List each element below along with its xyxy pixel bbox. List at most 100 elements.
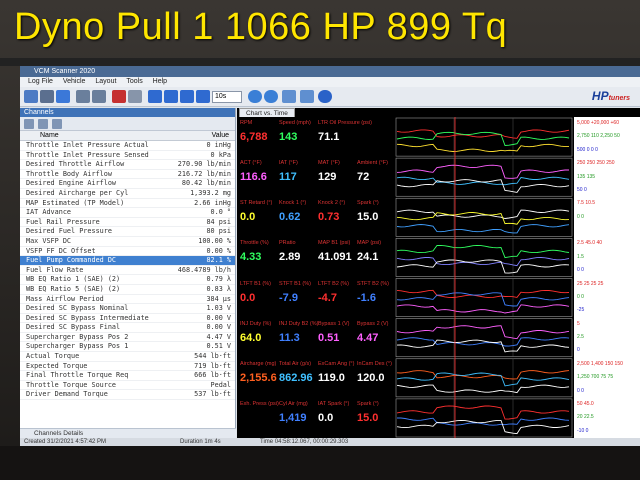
stop-icon[interactable] [128,90,142,103]
gauge-value: 2,155.6 [240,371,277,384]
play-icon[interactable] [180,90,194,103]
axis-scale-label: 2,750 110 2,250 50 [577,133,620,140]
channel-row[interactable]: Supercharger Bypass Pos 2 4.47 V [20,333,235,343]
gauge-value: 0.51 [318,331,340,344]
graph-frame [395,358,573,398]
channel-row[interactable]: Desired SC Bypass Final 0.00 V [20,323,235,333]
step-forward-icon[interactable] [196,90,210,103]
channel-row[interactable]: WB EQ Ratio 5 (SAE) (2) 0.83 λ [20,285,235,295]
vehicle-icon[interactable] [76,90,90,103]
channels-footer-tabs[interactable]: Channels Details [20,428,236,438]
channel-row[interactable]: IAT Advance 0.0 ° [20,208,235,218]
tab-chart-vs-time[interactable]: Chart vs. Time [239,108,295,117]
channel-row[interactable]: Mass Airflow Period 384 μs [20,295,235,305]
channel-row[interactable]: Throttle Torque Source Pedal [20,381,235,391]
chart-area[interactable]: 5,000 +20,000 +60 2,750 110 2,250 50 500 0… [237,117,640,438]
channel-value: 1.03 V [206,304,231,313]
channel-value: 0.00 V [206,323,231,332]
gauge-value: 116.6 [240,171,267,184]
channel-value: Pedal [210,380,231,389]
channel-row[interactable]: Throttle Inlet Pressure Actual 0 inHg [20,141,235,151]
connect-icon[interactable] [56,90,70,103]
save-icon[interactable] [40,90,54,103]
gauge-label: Knock 2 (°) [318,200,346,207]
channel-row[interactable]: Desired Throttle Airflow 270.90 lb/min [20,160,235,170]
series-trace [396,289,570,299]
zoom-in-icon[interactable] [248,90,262,103]
channel-row[interactable]: Desired Aircharge per Cyl 1,393.2 mg [20,189,235,199]
channels-grid-icon[interactable] [24,119,34,129]
channels-filter-icon[interactable] [38,119,48,129]
channel-name: IAT Advance [26,208,72,217]
channel-row[interactable]: Final Throttle Torque Req 666 lb·ft [20,371,235,381]
channel-row[interactable]: Throttle Body Airflow 216.72 lb/min [20,170,235,180]
channel-row[interactable]: Fuel Pump Commanded DC 82.1 % [20,256,235,266]
channel-name: Desired Engine Airflow [26,179,117,188]
channel-name: Throttle Inlet Pressure Sensed [26,150,149,159]
series-trace [396,143,569,152]
channel-row[interactable]: Max VSFP DC 100.00 % [20,237,235,247]
time-series-graphs[interactable] [395,117,573,438]
channel-row[interactable]: Actual Torque 544 lb·ft [20,352,235,362]
axis-scale-label: 50 45.0 [577,400,594,407]
menu-item-layout[interactable]: Layout [95,78,116,85]
chart-icon[interactable] [300,90,314,103]
axis-scale-label: 2.5 45.0 40 [577,240,603,247]
channel-row[interactable]: Fuel Rail Pressure 84 psi [20,218,235,228]
axis-scale-label: 7.5 10.5 [577,200,596,207]
series-trace [396,419,570,435]
status-created: Created 31/2/2021 4:57:42 PM [24,439,107,445]
menu-item-help[interactable]: Help [153,78,167,85]
axis-scale-label: 50 0 [577,186,587,193]
info-icon[interactable] [318,90,332,103]
menu-item-log-file[interactable]: Log File [28,78,53,85]
gauge-label: Spark (°) [357,400,379,407]
gauge-value: 11.3 [279,331,300,344]
vehicle-info-icon[interactable] [92,90,106,103]
zoom-out-icon[interactable] [264,90,278,103]
column-value-header[interactable]: Value [212,131,229,141]
zoom-select[interactable]: 10s [212,91,242,103]
gauge-label: IAT (°F) [279,160,298,167]
channel-row[interactable]: MAP Estimated (TP Model) 2.66 inHg [20,199,235,209]
channel-value: 84 psi [206,217,231,226]
channel-value: 0.79 λ [206,275,231,284]
window-title: VCM Scanner 2020 [20,66,640,77]
gauge-label: PRatio [279,240,296,247]
gauge-value: 1,419 [279,411,307,424]
channel-row[interactable]: Desired Engine Airflow 80.42 lb/min [20,179,235,189]
channel-row[interactable]: Desired SC Bypass Nominal 1.03 V [20,304,235,314]
channel-row[interactable]: Driver Demand Torque 537 lb·ft [20,390,235,401]
channel-row[interactable]: Fuel Flow Rate 468.4789 lb/h [20,266,235,276]
channel-row[interactable]: VSFP FF DC Offset 0.00 % [20,247,235,257]
channel-row[interactable]: Throttle Inlet Pressure Sensed 0 kPa [20,151,235,161]
channels-settings-icon[interactable] [52,119,62,129]
column-name-header[interactable]: Name [40,131,59,141]
menu-item-tools[interactable]: Tools [126,78,142,85]
axis-scale-label: 250 250 250 250 [577,160,615,167]
channel-value: 0 inHg [206,141,231,149]
grid-icon[interactable] [282,90,296,103]
channel-value: 80.42 lb/min [181,179,231,188]
channel-value: 666 lb·ft [194,371,231,380]
channel-value: 0.00 % [206,246,231,255]
step-back-icon[interactable] [164,90,178,103]
series-trace [396,259,570,274]
channel-row[interactable]: Expected Torque 719 lb·ft [20,362,235,372]
channel-row[interactable]: Desired SC Bypass Intermediate 0.00 V [20,314,235,324]
channel-row[interactable]: WB EQ Ratio 1 (SAE) (2) 0.79 λ [20,275,235,285]
record-icon[interactable] [112,90,126,103]
rewind-icon[interactable] [148,90,162,103]
series-trace [396,212,570,225]
menu-item-vehicle[interactable]: Vehicle [63,78,86,85]
gauge-label: Total Air (g/s) [279,360,312,367]
channel-row[interactable]: Supercharger Bypass Pos 1 0.51 V [20,342,235,353]
monitor-bezel-bottom [0,446,640,480]
channel-name: Mass Airflow Period [26,294,104,303]
hptuners-logo: HPtuners [591,89,630,103]
gauge-label: Aircharge (mg) [240,360,277,367]
channel-name: VSFP FF DC Offset [26,246,96,255]
channel-row[interactable]: Desired Fuel Pressure 80 psi [20,227,235,237]
gauge-value: 41.091 [318,251,352,264]
open-icon[interactable] [24,90,38,103]
